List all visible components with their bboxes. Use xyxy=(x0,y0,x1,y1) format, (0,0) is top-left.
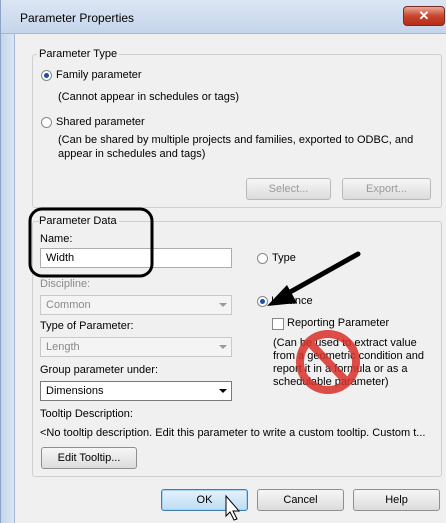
select-button[interactable]: Select... xyxy=(246,178,331,200)
type-radio[interactable] xyxy=(257,253,268,264)
type-radio-label[interactable]: Type xyxy=(272,252,296,264)
title-bar: Parameter Properties ✕ xyxy=(1,0,446,34)
tooltip-description-text: <No tooltip description. Edit this param… xyxy=(40,427,426,439)
shared-parameter-label[interactable]: Shared parameter xyxy=(56,116,145,128)
family-parameter-label[interactable]: Family parameter xyxy=(56,69,142,81)
reporting-note-line1: (Can be used to extract value xyxy=(273,337,417,349)
edit-tooltip-button[interactable]: Edit Tooltip... xyxy=(41,447,137,469)
window-title: Parameter Properties xyxy=(20,11,135,25)
shared-parameter-note-line1: (Can be shared by multiple projects and … xyxy=(58,134,414,146)
instance-radio-label[interactable]: Instance xyxy=(271,295,313,307)
shared-parameter-note-line2: appear in schedules and tags) xyxy=(58,148,206,160)
type-of-parameter-dropdown[interactable]: Length xyxy=(40,337,232,357)
reporting-parameter-checkbox[interactable] xyxy=(272,318,284,330)
family-parameter-radio[interactable] xyxy=(41,70,52,81)
shared-parameter-radio[interactable] xyxy=(41,117,52,128)
instance-radio[interactable] xyxy=(257,296,268,307)
window-frame-left xyxy=(1,34,15,523)
group-under-value: Dimensions xyxy=(46,385,104,397)
group-under-dropdown[interactable]: Dimensions xyxy=(40,381,232,401)
discipline-label: Discipline: xyxy=(40,278,91,290)
parameter-type-group-title: Parameter Type xyxy=(37,48,120,60)
chevron-down-icon xyxy=(219,345,227,349)
type-of-parameter-label: Type of Parameter: xyxy=(40,320,134,332)
export-button[interactable]: Export... xyxy=(342,178,431,200)
tooltip-description-label: Tooltip Description: xyxy=(40,408,133,420)
parameter-data-group-title: Parameter Data xyxy=(39,215,119,227)
ok-button[interactable]: OK xyxy=(161,489,248,511)
family-parameter-note: (Cannot appear in schedules or tags) xyxy=(58,91,239,103)
chevron-down-icon xyxy=(219,303,227,307)
chevron-down-icon xyxy=(219,389,227,393)
close-button[interactable]: ✕ xyxy=(403,6,445,26)
reporting-parameter-label[interactable]: Reporting Parameter xyxy=(287,317,389,329)
reporting-note-line3: report it in a formula or as a xyxy=(273,363,408,375)
name-label: Name: xyxy=(40,233,73,245)
reporting-note-line4: schedulable parameter) xyxy=(273,376,389,388)
cancel-button[interactable]: Cancel xyxy=(257,489,344,511)
close-icon: ✕ xyxy=(418,8,430,23)
parameter-properties-dialog: Parameter Properties ✕ Parameter Type Fa… xyxy=(0,0,446,523)
discipline-dropdown[interactable]: Common xyxy=(40,295,232,315)
discipline-value: Common xyxy=(46,299,91,311)
name-field[interactable]: Width xyxy=(40,248,232,268)
help-button[interactable]: Help xyxy=(353,489,440,511)
group-under-label: Group parameter under: xyxy=(40,364,159,376)
type-of-parameter-value: Length xyxy=(46,341,80,353)
reporting-note-line2: from a geometric condition and xyxy=(273,350,425,362)
